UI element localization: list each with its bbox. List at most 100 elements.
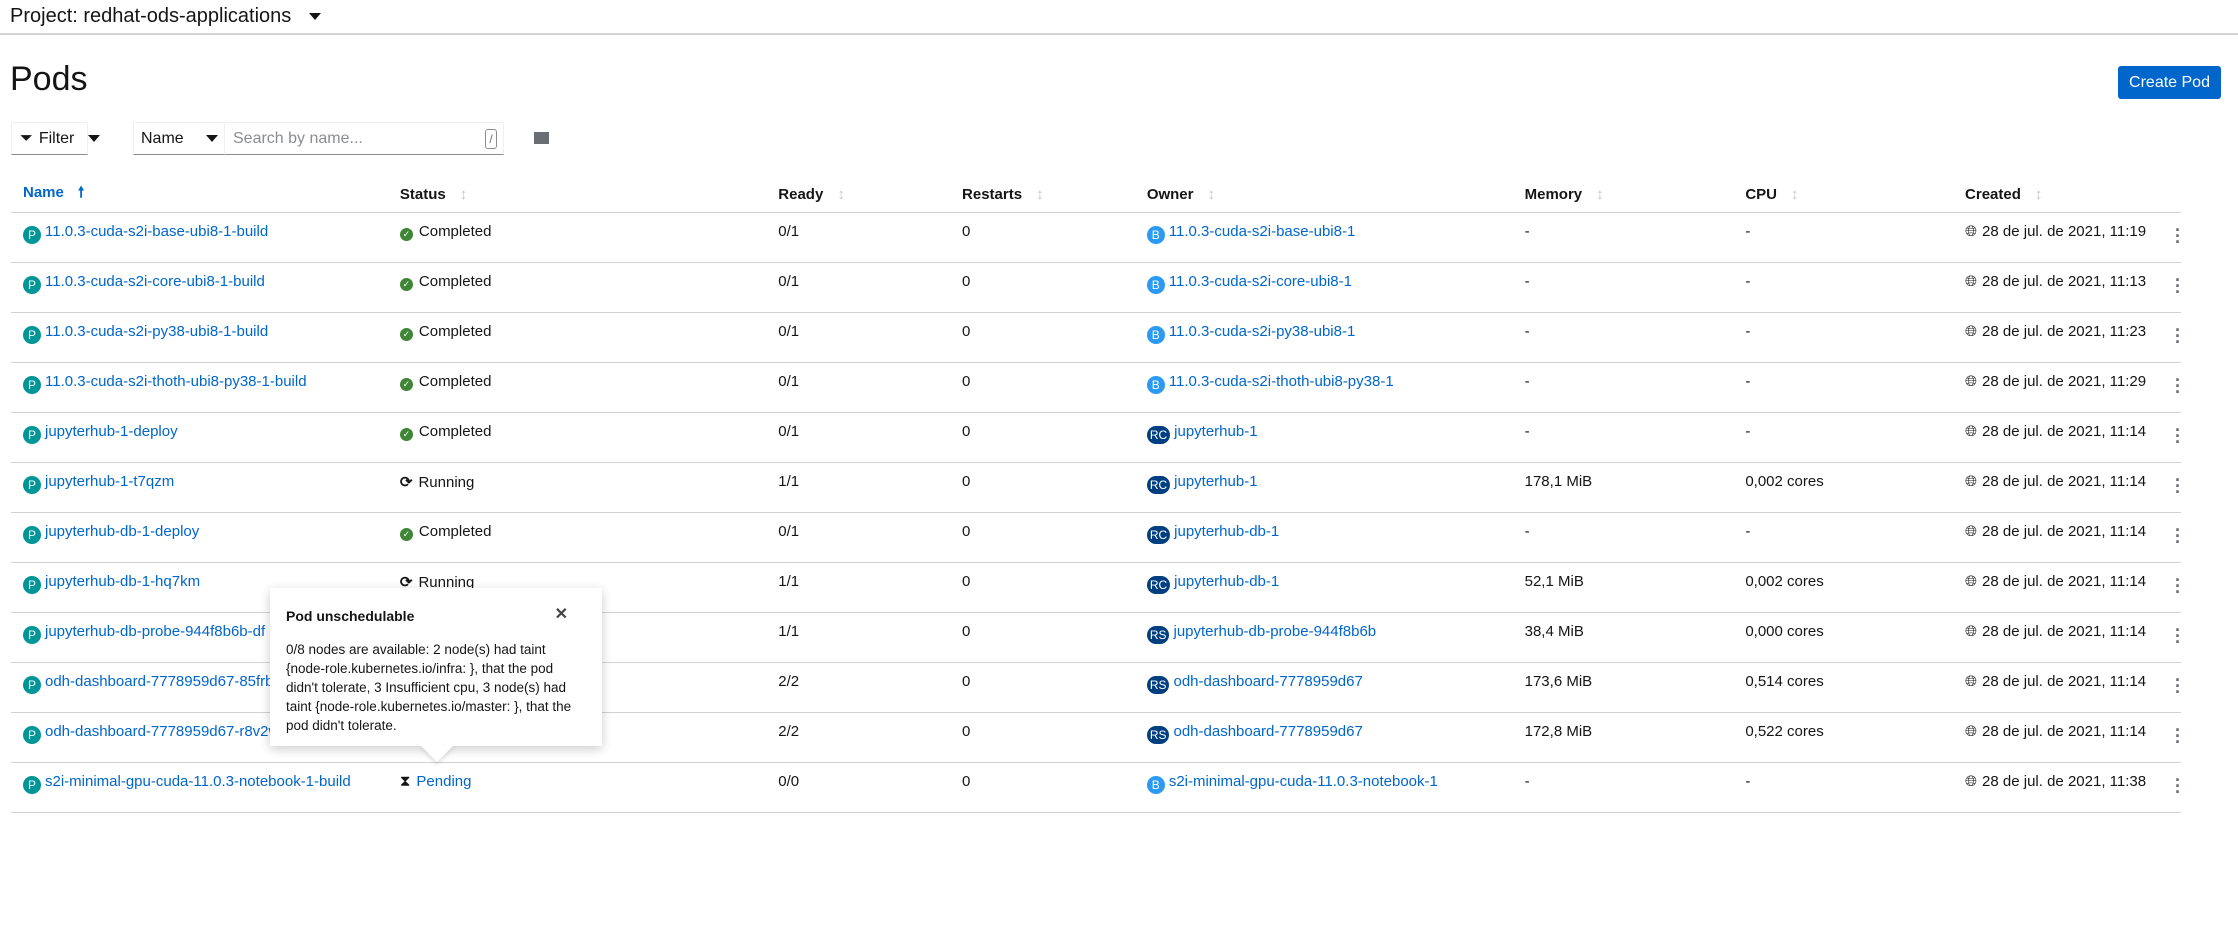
column-header-owner[interactable]: Owner ↕ [1146, 177, 1525, 213]
owner-kind-badge: B [1146, 775, 1165, 794]
ready-cell: 0/0 [778, 762, 963, 813]
kebab-menu-icon[interactable]: · · · [2175, 771, 2181, 801]
ready-cell: 2/2 [778, 712, 963, 763]
kebab-menu-icon[interactable]: · · · [2175, 271, 2181, 301]
ready-cell: 2/2 [778, 662, 963, 713]
close-icon[interactable]: ✕ [555, 604, 568, 624]
status-text: Running [418, 473, 475, 491]
column-header-name[interactable]: Name 🠕 [11, 177, 400, 213]
column-header-restarts[interactable]: Restarts ↕ [962, 177, 1147, 213]
pod-name-link[interactable]: s2i-minimal-gpu-cuda-11.0.3-notebook-1-b… [45, 773, 351, 790]
owner-link[interactable]: odh-dashboard-7778959d67 [1173, 723, 1362, 740]
created-cell: 28 de jul. de 2021, 11:14 [1982, 422, 2147, 440]
filter-icon: ⏷ [20, 129, 33, 147]
memory-cell: - [1524, 412, 1746, 463]
attribute-dropdown[interactable]: Name [133, 122, 225, 155]
memory-cell: - [1524, 212, 1746, 263]
pod-name-link[interactable]: jupyterhub-db-1-hq7km [45, 573, 200, 590]
owner-link[interactable]: 11.0.3-cuda-s2i-py38-ubi8-1 [1169, 323, 1356, 340]
column-header-memory[interactable]: Memory ↕ [1524, 177, 1746, 213]
owner-link[interactable]: odh-dashboard-7778959d67 [1173, 673, 1362, 690]
popover-title: Pod unschedulable [286, 608, 415, 624]
kebab-menu-icon[interactable]: · · · [2175, 671, 2181, 701]
column-label: Memory [1524, 185, 1583, 203]
pod-name-link[interactable]: 11.0.3-cuda-s2i-thoth-ubi8-py38-1-build [45, 373, 307, 390]
column-header-ready[interactable]: Ready ↕ [778, 177, 963, 213]
filter-dropdown[interactable]: ⏷ Filter [11, 122, 101, 155]
memory-cell: - [1524, 362, 1746, 413]
restarts-cell: 0 [962, 662, 1147, 713]
column-header-status[interactable]: Status ↕ [399, 177, 779, 213]
kebab-menu-icon[interactable]: · · · [2175, 521, 2181, 551]
pod-badge: P [23, 325, 41, 344]
owner-kind-badge: RC [1146, 575, 1171, 594]
sort-ascending-icon: 🠕 [77, 183, 85, 201]
column-header-cpu[interactable]: CPU ↕ [1745, 177, 1966, 213]
owner-link[interactable]: jupyterhub-1 [1174, 423, 1257, 440]
pod-name-link[interactable]: 11.0.3-cuda-s2i-core-ubi8-1-build [45, 273, 265, 290]
owner-link[interactable]: 11.0.3-cuda-s2i-base-ubi8-1 [1169, 223, 1356, 240]
kebab-menu-icon[interactable]: · · · [2175, 621, 2181, 651]
kebab-menu-icon[interactable]: · · · [2175, 721, 2181, 751]
manage-columns-icon[interactable] [534, 132, 549, 144]
created-cell: 28 de jul. de 2021, 11:13 [1982, 272, 2147, 290]
pod-name-link[interactable]: jupyterhub-db-probe-944f8b6b-df [45, 623, 265, 640]
status-link[interactable]: Pending [416, 773, 471, 790]
cpu-cell: - [1745, 312, 1966, 363]
ready-cell: 0/1 [778, 412, 963, 463]
pod-name-link[interactable]: jupyterhub-1-deploy [45, 423, 178, 440]
owner-link[interactable]: jupyterhub-1 [1174, 473, 1257, 490]
kebab-menu-icon[interactable]: · · · [2175, 371, 2181, 401]
kebab-menu-icon[interactable]: · · · [2175, 321, 2181, 351]
check-circle-icon: ✓ [399, 377, 413, 391]
created-cell: 28 de jul. de 2021, 11:14 [1982, 572, 2147, 590]
owner-link[interactable]: jupyterhub-db-1 [1174, 523, 1279, 540]
memory-cell: - [1524, 262, 1746, 313]
pod-name-link[interactable]: 11.0.3-cuda-s2i-base-ubi8-1-build [45, 223, 268, 240]
owner-link[interactable]: s2i-minimal-gpu-cuda-11.0.3-notebook-1 [1169, 773, 1438, 790]
owner-link[interactable]: jupyterhub-db-1 [1174, 573, 1279, 590]
owner-kind-badge: RC [1146, 475, 1171, 494]
memory-cell: - [1524, 762, 1746, 813]
memory-cell: 178,1 MiB [1524, 462, 1746, 513]
project-selector[interactable]: Project: redhat-ods-applications [0, 0, 2238, 35]
pod-name-link[interactable]: jupyterhub-db-1-deploy [45, 523, 199, 540]
owner-kind-badge: RS [1146, 675, 1170, 694]
owner-kind-badge: B [1146, 275, 1165, 294]
create-pod-button[interactable]: Create Pod [2118, 66, 2221, 99]
ready-cell: 1/1 [778, 612, 963, 663]
popover-arrow [420, 745, 454, 762]
cpu-cell: - [1745, 262, 1966, 313]
cpu-cell: - [1745, 412, 1966, 463]
column-header-created[interactable]: Created ↕ [1965, 177, 2175, 213]
table-row: P 11.0.3-cuda-s2i-py38-ubi8-1-build ✓ Comp… [11, 312, 2181, 363]
pod-name-link[interactable]: odh-dashboard-7778959d67-r8v2w [45, 723, 279, 740]
kebab-menu-icon[interactable]: · · · [2175, 221, 2181, 251]
ready-cell: 1/1 [778, 562, 963, 613]
sort-icon: ↕ [2034, 185, 2043, 203]
ready-cell: 0/1 [778, 512, 963, 563]
owner-link[interactable]: 11.0.3-cuda-s2i-core-ubi8-1 [1169, 273, 1352, 290]
memory-cell: 52,1 MiB [1524, 562, 1746, 613]
search-input[interactable]: Search by name... / [224, 122, 504, 155]
created-cell: 28 de jul. de 2021, 11:14 [1982, 472, 2147, 490]
created-cell: 28 de jul. de 2021, 11:29 [1982, 372, 2147, 390]
created-cell: 28 de jul. de 2021, 11:38 [1982, 772, 2147, 790]
memory-cell: - [1524, 312, 1746, 363]
owner-link[interactable]: jupyterhub-db-probe-944f8b6b [1173, 623, 1376, 640]
kebab-menu-icon[interactable]: · · · [2175, 471, 2181, 501]
ready-cell: 0/1 [778, 312, 963, 363]
check-circle-icon: ✓ [399, 427, 413, 441]
restarts-cell: 0 [962, 262, 1147, 313]
kebab-menu-icon[interactable]: · · · [2175, 421, 2181, 451]
pod-name-link[interactable]: jupyterhub-1-t7qzm [45, 473, 174, 490]
owner-kind-badge: RC [1146, 525, 1171, 544]
globe-icon: 🌐︎ [1965, 522, 1978, 540]
cpu-cell: - [1745, 762, 1966, 813]
kebab-menu-icon[interactable]: · · · [2175, 571, 2181, 601]
check-circle-icon: ✓ [399, 527, 413, 541]
restarts-cell: 0 [962, 412, 1147, 463]
pod-name-link[interactable]: 11.0.3-cuda-s2i-py38-ubi8-1-build [45, 323, 268, 340]
owner-link[interactable]: 11.0.3-cuda-s2i-thoth-ubi8-py38-1 [1169, 373, 1394, 390]
pod-name-link[interactable]: odh-dashboard-7778959d67-85frb [45, 673, 274, 690]
